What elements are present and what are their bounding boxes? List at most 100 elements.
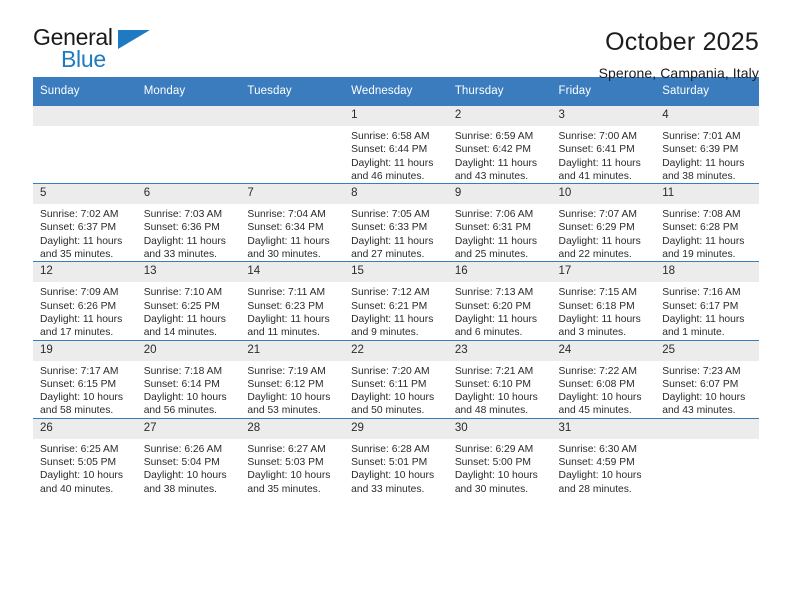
calendar-body: 1 Sunrise: 6:58 AM Sunset: 6:44 PM Daylight… xyxy=(33,104,759,496)
day-details: Sunrise: 7:03 AM Sunset: 6:36 PM Daylight:… xyxy=(137,204,241,261)
calendar-day-cell[interactable]: 11 Sunrise: 7:08 AM Sunset: 6:28 PM Dayligh… xyxy=(655,183,759,262)
calendar-day-cell[interactable]: 30 Sunrise: 6:29 AM Sunset: 5:00 PM Dayligh… xyxy=(447,417,552,496)
calendar-day-cell[interactable]: 23 Sunrise: 7:21 AM Sunset: 6:10 PM Dayligh… xyxy=(447,339,552,419)
calendar-day-cell[interactable]: 14 Sunrise: 7:11 AM Sunset: 6:23 PM Dayligh… xyxy=(240,261,345,341)
calendar-day-cell[interactable]: 21 Sunrise: 7:19 AM Sunset: 6:12 PM Dayligh… xyxy=(240,339,345,419)
day-number: 16 xyxy=(447,262,552,283)
calendar-day-cell-empty xyxy=(136,104,241,184)
day-number: 10 xyxy=(551,184,656,205)
daylight-text: Daylight: 11 hours and 25 minutes. xyxy=(454,235,538,261)
calendar-day-cell[interactable]: 31 Sunrise: 6:30 AM Sunset: 4:59 PM Dayligh… xyxy=(551,417,656,496)
daylight-text: Daylight: 10 hours and 40 minutes. xyxy=(40,470,123,495)
day-number: 6 xyxy=(136,184,241,205)
calendar-day-cell[interactable]: 3 Sunrise: 7:00 AM Sunset: 6:41 PM Daylight… xyxy=(551,104,656,184)
day-number: 25 xyxy=(655,340,759,361)
day-details: Sunrise: 7:15 AM Sunset: 6:18 PM Daylight:… xyxy=(552,282,656,339)
sunrise-text: Sunrise: 6:29 AM xyxy=(454,443,534,455)
sunrise-text: Sunrise: 6:27 AM xyxy=(247,443,326,455)
calendar-day-cell-empty xyxy=(655,417,759,496)
sunset-text: Sunset: 6:41 PM xyxy=(558,144,635,156)
day-number: 23 xyxy=(447,340,552,361)
calendar-day-cell[interactable]: 5 Sunrise: 7:02 AM Sunset: 6:37 PM Daylight… xyxy=(33,183,137,262)
sunset-text: Sunset: 5:05 PM xyxy=(40,457,117,469)
calendar-day-cell[interactable]: 28 Sunrise: 6:27 AM Sunset: 5:03 PM Dayligh… xyxy=(240,417,345,496)
calendar-day-cell[interactable]: 7 Sunrise: 7:04 AM Sunset: 6:34 PM Daylight… xyxy=(240,183,345,262)
day-number: 9 xyxy=(447,184,552,205)
daylight-text: Daylight: 11 hours and 11 minutes. xyxy=(247,313,330,339)
sunrise-text: Sunrise: 7:15 AM xyxy=(558,287,637,299)
page-subtitle: Sperone, Campania, Italy xyxy=(598,65,759,81)
day-details: Sunrise: 7:18 AM Sunset: 6:14 PM Daylight:… xyxy=(137,361,241,418)
calendar-day-cell[interactable]: 20 Sunrise: 7:18 AM Sunset: 6:14 PM Dayligh… xyxy=(136,339,241,419)
day-details: Sunrise: 7:07 AM Sunset: 6:29 PM Daylight:… xyxy=(552,204,656,261)
daylight-text: Daylight: 11 hours and 30 minutes. xyxy=(247,235,330,261)
calendar-day-cell[interactable]: 13 Sunrise: 7:10 AM Sunset: 6:25 PM Dayligh… xyxy=(136,261,241,341)
calendar-day-cell[interactable]: 22 Sunrise: 7:20 AM Sunset: 6:11 PM Dayligh… xyxy=(344,339,448,419)
day-number: 1 xyxy=(344,106,448,126)
sunrise-text: Sunrise: 7:10 AM xyxy=(143,287,223,299)
calendar-page: General Blue October 2025 Sperone, Campa… xyxy=(0,0,792,612)
sunrise-text: Sunrise: 6:59 AM xyxy=(454,131,534,142)
day-details: Sunrise: 7:13 AM Sunset: 6:20 PM Daylight:… xyxy=(448,282,552,339)
calendar-week-row: 1 Sunrise: 6:58 AM Sunset: 6:44 PM Daylight… xyxy=(33,104,759,184)
day-number: 30 xyxy=(447,418,552,439)
day-details: Sunrise: 7:06 AM Sunset: 6:31 PM Daylight:… xyxy=(448,204,552,261)
calendar-day-cell[interactable]: 26 Sunrise: 6:25 AM Sunset: 5:05 PM Dayligh… xyxy=(33,417,137,496)
day-details: Sunrise: 6:29 AM Sunset: 5:00 PM Daylight:… xyxy=(448,439,552,496)
daylight-text: Daylight: 11 hours and 3 minutes. xyxy=(558,313,641,339)
calendar-day-cell[interactable]: 9 Sunrise: 7:06 AM Sunset: 6:31 PM Daylight… xyxy=(447,183,552,262)
calendar-day-cell[interactable]: 19 Sunrise: 7:17 AM Sunset: 6:15 PM Dayligh… xyxy=(33,339,137,419)
sunset-text: Sunset: 6:18 PM xyxy=(558,300,635,312)
calendar-day-cell[interactable]: 17 Sunrise: 7:15 AM Sunset: 6:18 PM Dayligh… xyxy=(551,261,656,341)
daylight-text: Daylight: 11 hours and 27 minutes. xyxy=(351,235,434,261)
day-number: 12 xyxy=(33,262,137,283)
weekday-header-thursday: Thursday xyxy=(447,77,552,106)
day-details: Sunrise: 6:27 AM Sunset: 5:03 PM Daylight:… xyxy=(240,439,344,496)
calendar-day-cell[interactable]: 10 Sunrise: 7:07 AM Sunset: 6:29 PM Dayligh… xyxy=(551,183,656,262)
calendar-day-cell[interactable]: 2 Sunrise: 6:59 AM Sunset: 6:42 PM Daylight… xyxy=(447,104,552,184)
daylight-text: Daylight: 10 hours and 53 minutes. xyxy=(247,392,331,417)
calendar-day-cell[interactable]: 15 Sunrise: 7:12 AM Sunset: 6:21 PM Dayligh… xyxy=(344,261,448,341)
calendar-day-cell[interactable]: 16 Sunrise: 7:13 AM Sunset: 6:20 PM Dayligh… xyxy=(447,261,552,341)
day-number: 20 xyxy=(136,340,241,361)
day-details: Sunrise: 7:19 AM Sunset: 6:12 PM Daylight:… xyxy=(240,361,344,418)
daylight-text: Daylight: 11 hours and 35 minutes. xyxy=(40,235,123,261)
calendar-week-row: 26 Sunrise: 6:25 AM Sunset: 5:05 PM Dayligh… xyxy=(33,417,759,496)
calendar-day-cell[interactable]: 29 Sunrise: 6:28 AM Sunset: 5:01 PM Dayligh… xyxy=(344,417,448,496)
daylight-text: Daylight: 10 hours and 50 minutes. xyxy=(351,392,435,417)
calendar-day-cell[interactable]: 1 Sunrise: 6:58 AM Sunset: 6:44 PM Daylight… xyxy=(344,104,448,184)
calendar-day-cell[interactable]: 25 Sunrise: 7:23 AM Sunset: 6:07 PM Dayligh… xyxy=(655,339,759,419)
sunset-text: Sunset: 5:01 PM xyxy=(351,457,428,469)
sunset-text: Sunset: 6:28 PM xyxy=(662,222,739,234)
sunrise-text: Sunrise: 7:01 AM xyxy=(662,131,741,142)
calendar-day-cell[interactable]: 18 Sunrise: 7:16 AM Sunset: 6:17 PM Dayligh… xyxy=(655,261,759,341)
day-number xyxy=(136,106,241,126)
daylight-text: Daylight: 10 hours and 45 minutes. xyxy=(558,392,642,417)
day-number: 31 xyxy=(551,418,656,439)
sunrise-text: Sunrise: 7:06 AM xyxy=(454,209,534,221)
day-number: 13 xyxy=(136,262,241,283)
day-number: 8 xyxy=(344,184,448,205)
sunset-text: Sunset: 4:59 PM xyxy=(558,457,635,469)
sunset-text: Sunset: 6:39 PM xyxy=(662,144,739,156)
calendar-day-cell[interactable]: 24 Sunrise: 7:22 AM Sunset: 6:08 PM Dayligh… xyxy=(551,339,656,419)
calendar-day-cell[interactable]: 6 Sunrise: 7:03 AM Sunset: 6:36 PM Daylight… xyxy=(136,183,241,262)
calendar-day-cell[interactable]: 8 Sunrise: 7:05 AM Sunset: 6:33 PM Daylight… xyxy=(344,183,448,262)
calendar-day-cell[interactable]: 4 Sunrise: 7:01 AM Sunset: 6:39 PM Daylight… xyxy=(655,104,759,184)
day-details: Sunrise: 7:00 AM Sunset: 6:41 PM Daylight:… xyxy=(552,126,656,183)
sunrise-text: Sunrise: 7:00 AM xyxy=(558,131,637,142)
day-details: Sunrise: 6:28 AM Sunset: 5:01 PM Daylight:… xyxy=(344,439,448,496)
daylight-text: Daylight: 10 hours and 48 minutes. xyxy=(454,392,538,417)
sunrise-text: Sunrise: 7:23 AM xyxy=(662,365,741,377)
day-details: Sunrise: 7:23 AM Sunset: 6:07 PM Daylight:… xyxy=(655,361,759,418)
day-number: 27 xyxy=(136,418,241,439)
weekday-header-tuesday: Tuesday xyxy=(240,77,345,106)
sunrise-text: Sunrise: 7:08 AM xyxy=(662,209,741,221)
day-number xyxy=(655,418,759,439)
day-number: 24 xyxy=(551,340,656,361)
calendar-day-cell[interactable]: 27 Sunrise: 6:26 AM Sunset: 5:04 PM Dayligh… xyxy=(136,417,241,496)
daylight-text: Daylight: 10 hours and 30 minutes. xyxy=(454,470,538,495)
calendar-day-cell[interactable]: 12 Sunrise: 7:09 AM Sunset: 6:26 PM Dayligh… xyxy=(33,261,137,341)
day-details: Sunrise: 7:04 AM Sunset: 6:34 PM Daylight:… xyxy=(240,204,344,261)
day-details: Sunrise: 7:10 AM Sunset: 6:25 PM Daylight:… xyxy=(137,282,241,339)
